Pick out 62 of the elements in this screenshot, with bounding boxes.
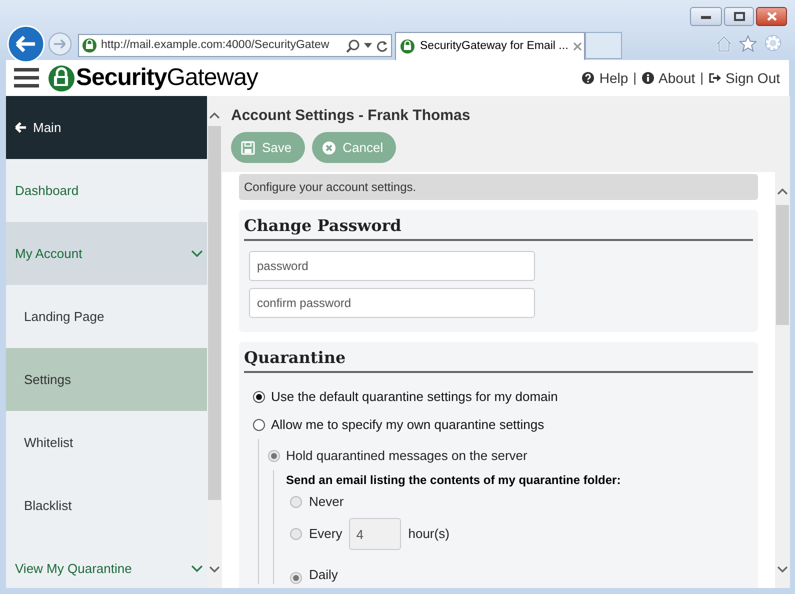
option-label: Daily	[309, 566, 338, 584]
settings-icon[interactable]	[764, 34, 782, 52]
option-label: Every	[309, 525, 342, 544]
lock-logo-icon	[48, 64, 75, 92]
header-link[interactable]: Help	[582, 68, 628, 88]
section-heading: Quarantine	[244, 346, 753, 373]
address-bar[interactable]: http://mail.example.com:4000/SecurityGatew	[78, 34, 392, 57]
close-icon	[766, 12, 776, 21]
dropdown-icon[interactable]	[364, 43, 372, 48]
logo-text: SecurityGateway	[76, 66, 258, 90]
back-button[interactable]	[7, 25, 45, 63]
home-icon[interactable]	[715, 35, 733, 52]
address-text: http://mail.example.com:4000/SecurityGatew	[101, 38, 330, 53]
section-heading: Change Password	[244, 214, 753, 241]
close-icon[interactable]	[573, 42, 582, 51]
chevron-down-icon	[191, 250, 203, 258]
scrollbar-thumb[interactable]	[776, 205, 789, 325]
scrollbar-thumb[interactable]	[208, 126, 221, 500]
site-icon	[82, 38, 97, 53]
sidebar-item[interactable]: Settings	[6, 348, 207, 411]
page-title: Account Settings - Frank Thomas	[230, 106, 472, 126]
maximize-button[interactable]	[724, 7, 754, 26]
password-field[interactable]: confirm password	[249, 288, 535, 318]
info-icon	[642, 72, 654, 84]
minimize-icon	[701, 14, 711, 18]
refresh-icon[interactable]	[376, 40, 388, 52]
cancel-icon	[322, 140, 336, 154]
option-label: Never	[309, 493, 344, 512]
menu-icon[interactable]	[14, 68, 39, 88]
scroll-up-icon[interactable]	[209, 112, 220, 119]
link-separator: |	[633, 69, 637, 88]
scroll-down-icon[interactable]	[209, 566, 220, 573]
tab-title: SecurityGateway for Email ...	[420, 38, 568, 54]
help-icon	[582, 72, 594, 84]
chevron-down-icon	[191, 564, 203, 572]
unit-label: hour(s)	[408, 525, 450, 544]
scroll-up-icon[interactable]	[777, 188, 788, 195]
radio-button[interactable]	[253, 419, 265, 431]
header-link[interactable]: About	[642, 68, 696, 88]
minimize-button[interactable]	[690, 7, 722, 26]
link-separator: |	[700, 69, 704, 88]
password-field[interactable]: password	[249, 251, 535, 281]
scrollbar[interactable]	[207, 96, 222, 588]
radio-button[interactable]	[253, 391, 265, 403]
option-label: Hold quarantined messages on the server	[286, 447, 528, 466]
option-label: Allow me to specify my own quarantine settings	[271, 416, 544, 434]
info-bar: Configure your account settings.	[239, 174, 758, 200]
sidebar-item[interactable]: Main	[6, 96, 207, 159]
site-icon	[400, 39, 415, 54]
restore-icon	[734, 12, 744, 21]
back-arrow-icon	[15, 122, 27, 133]
close-button[interactable]	[756, 7, 787, 26]
option-label: Use the default quarantine settings for my domain	[271, 388, 558, 406]
browser-tab[interactable]: SecurityGateway for Email ...	[395, 32, 585, 60]
group-label: Send an email listing the contents of my quarantine folder:	[286, 472, 622, 489]
sign-out-icon	[708, 72, 721, 84]
header-link[interactable]: Sign Out	[708, 68, 780, 88]
search-icon[interactable]	[346, 38, 360, 52]
save-icon	[241, 140, 255, 154]
star-icon[interactable]	[739, 35, 757, 52]
scroll-down-icon[interactable]	[777, 566, 788, 573]
sidebar-item[interactable]: My Account	[6, 222, 207, 285]
